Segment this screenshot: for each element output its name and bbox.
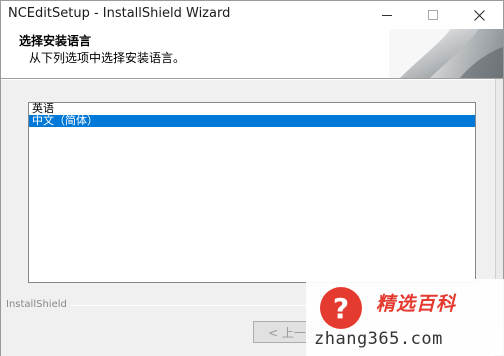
question-icon: ? xyxy=(320,287,362,329)
watermark: ? 精选百科 zhang365.com xyxy=(306,279,504,356)
maximize-icon xyxy=(428,10,438,20)
wizard-header: 选择安装语言 从下列选项中选择安装语言。 xyxy=(1,29,503,79)
title-bar[interactable]: NCEditSetup - InstallShield Wizard xyxy=(1,1,503,29)
divider xyxy=(68,305,338,306)
maximize-button xyxy=(411,1,455,29)
close-icon xyxy=(473,9,485,21)
installer-window: NCEditSetup - InstallShield Wizard 选择安装语… xyxy=(0,0,504,356)
installshield-header-graphic xyxy=(389,29,503,78)
installshield-brand: InstallShield xyxy=(6,299,338,311)
watermark-url: zhang365.com xyxy=(314,329,443,349)
minimize-button[interactable] xyxy=(365,1,409,29)
page-subtitle: 从下列选项中选择安装语言。 xyxy=(29,51,186,65)
page-title: 选择安装语言 xyxy=(19,34,92,48)
window-title: NCEditSetup - InstallShield Wizard xyxy=(8,6,231,21)
language-listbox[interactable]: 英语 中文（简体） xyxy=(28,102,476,283)
brand-label: InstallShield xyxy=(6,299,71,310)
minimize-icon xyxy=(382,14,392,16)
language-option-selected[interactable]: 中文（简体） xyxy=(29,115,475,127)
close-button[interactable] xyxy=(457,1,501,29)
watermark-title: 精选百科 xyxy=(376,293,457,315)
